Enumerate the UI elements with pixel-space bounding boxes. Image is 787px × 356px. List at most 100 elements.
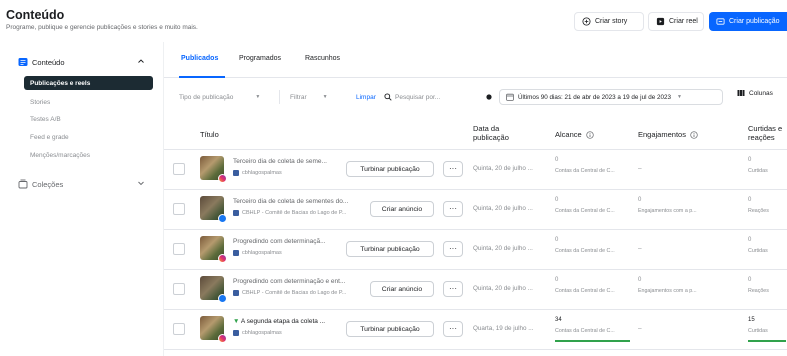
reach-progress-bar bbox=[555, 340, 630, 342]
create-post-button[interactable]: Criar publicação bbox=[709, 12, 787, 31]
post-type-label: Tipo de publicação bbox=[179, 93, 234, 101]
sidebar-item-mentions[interactable]: Menções/marcações bbox=[24, 148, 153, 162]
filter-label: Filtrar bbox=[290, 93, 307, 101]
tab-scheduled[interactable]: Programados bbox=[239, 55, 281, 62]
sidebar-item-feed-grid[interactable]: Feed e grade bbox=[24, 130, 153, 144]
more-icon: ··· bbox=[449, 204, 457, 213]
page-title: Conteúdo bbox=[6, 8, 65, 22]
post-date: Quinta, 20 de julho ... bbox=[473, 285, 533, 292]
caret-down-icon: ▼ bbox=[676, 94, 682, 100]
column-likes[interactable]: Curtidas e reações bbox=[748, 124, 782, 142]
row-checkbox[interactable] bbox=[173, 203, 185, 215]
sidebar-item-ab-tests[interactable]: Testes A/B bbox=[24, 112, 153, 126]
reach-value: 34 bbox=[555, 317, 562, 323]
column-date[interactable]: Data da publicação bbox=[473, 124, 509, 142]
post-account-name: cbhlagospalmas bbox=[242, 170, 282, 176]
tab-drafts[interactable]: Rascunhos bbox=[305, 55, 340, 62]
chevron-down-icon bbox=[138, 181, 144, 186]
reach-label: Contas da Central de C... bbox=[555, 328, 615, 334]
post-title[interactable]: Progredindo com determinaçã... bbox=[233, 238, 343, 245]
column-title[interactable]: Título bbox=[200, 130, 219, 139]
boost-post-button[interactable]: Turbinar publicação bbox=[346, 321, 434, 337]
table-row[interactable]: Progredindo com determinação e ent... CB… bbox=[164, 270, 787, 310]
post-date: Quinta, 20 de julho ... bbox=[473, 205, 533, 212]
sidebar-item-content[interactable]: Conteúdo bbox=[18, 54, 153, 70]
likes-label: Curtidas bbox=[748, 248, 768, 254]
more-options-button[interactable]: ··· bbox=[443, 201, 463, 217]
post-title[interactable]: Terceiro dia de coleta de seme... bbox=[233, 158, 343, 165]
create-story-button[interactable]: Criar story bbox=[574, 12, 644, 31]
table-row[interactable]: ▼ A segunda etapa da coleta ... cbhlagos… bbox=[164, 310, 787, 350]
clear-filters-link[interactable]: Limpar bbox=[356, 90, 376, 104]
create-reel-button[interactable]: Criar reel bbox=[648, 12, 704, 31]
more-options-button[interactable]: ··· bbox=[443, 281, 463, 297]
column-likes-line2: reações bbox=[748, 133, 775, 142]
reach-label: Contas da Central de C... bbox=[555, 208, 615, 214]
info-icon[interactable] bbox=[690, 130, 698, 139]
post-type-select[interactable]: Tipo de publicação ▼ bbox=[179, 90, 280, 104]
columns-icon bbox=[737, 90, 745, 96]
info-icon[interactable] bbox=[586, 130, 594, 139]
row-checkbox[interactable] bbox=[173, 243, 185, 255]
search-input[interactable]: Pesquisar por... bbox=[384, 90, 479, 104]
likes-label: Curtidas bbox=[748, 168, 768, 174]
column-date-line1: Data da bbox=[473, 124, 500, 133]
reach-value: 0 bbox=[555, 237, 559, 243]
filter-bar: Tipo de publicação ▼ Filtrar ▼ Limpar Pe… bbox=[164, 86, 787, 108]
facebook-icon bbox=[218, 214, 227, 223]
more-options-button[interactable]: ··· bbox=[443, 241, 463, 257]
instagram-icon bbox=[218, 254, 227, 263]
columns-button[interactable]: Colunas bbox=[737, 89, 773, 97]
column-engagement[interactable]: Engajamentos bbox=[638, 130, 698, 139]
row-checkbox[interactable] bbox=[173, 323, 185, 335]
table-row[interactable]: Terceiro dia de coleta de sementes do...… bbox=[164, 190, 787, 230]
reach-value: 0 bbox=[555, 157, 559, 163]
table-row[interactable]: Terceiro dia de coleta de seme... cbhlag… bbox=[164, 150, 787, 190]
engagement-empty: – bbox=[638, 165, 642, 172]
likes-progress-bar bbox=[748, 340, 786, 342]
post-title[interactable]: Progredindo com determinação e ent... bbox=[233, 278, 353, 285]
main-panel: Publicados Programados Rascunhos Tipo de… bbox=[163, 42, 787, 356]
search-placeholder: Pesquisar por... bbox=[395, 93, 441, 101]
row-checkbox[interactable] bbox=[173, 283, 185, 295]
more-options-button[interactable]: ··· bbox=[443, 161, 463, 177]
likes-value: 0 bbox=[748, 197, 752, 203]
column-engagement-label: Engajamentos bbox=[638, 130, 686, 139]
caret-down-icon: ▼ bbox=[322, 94, 328, 100]
post-account-name: cbhlagospalmas bbox=[242, 330, 282, 336]
more-icon: ··· bbox=[449, 284, 457, 293]
account-icon bbox=[233, 250, 239, 256]
likes-value: 0 bbox=[748, 237, 752, 243]
search-icon bbox=[384, 93, 392, 101]
compose-icon bbox=[716, 18, 725, 25]
sidebar-item-posts-reels[interactable]: Publicações e reels bbox=[24, 76, 153, 90]
create-post-label: Criar publicação bbox=[729, 18, 780, 25]
columns-label: Colunas bbox=[749, 89, 773, 97]
boost-post-button[interactable]: Turbinar publicação bbox=[346, 241, 434, 257]
tab-bar: Publicados Programados Rascunhos bbox=[164, 42, 787, 78]
sidebar-item-collections[interactable]: Coleções bbox=[18, 176, 153, 192]
tab-published[interactable]: Publicados bbox=[181, 55, 218, 62]
post-account: cbhlagospalmas bbox=[233, 250, 353, 256]
post-date: Quarta, 19 de julho ... bbox=[473, 325, 534, 332]
post-title[interactable]: ▼ A segunda etapa da coleta ... bbox=[233, 318, 343, 325]
create-reel-label: Criar reel bbox=[669, 18, 698, 25]
table-row[interactable]: Progredindo com determinaçã... cbhlagosp… bbox=[164, 230, 787, 270]
post-title[interactable]: Terceiro dia de coleta de sementes do... bbox=[233, 198, 353, 205]
create-ad-button[interactable]: Criar anúncio bbox=[370, 281, 434, 297]
date-range-picker[interactable]: Últimos 90 dias: 21 de abr de 2023 a 19 … bbox=[499, 89, 723, 105]
more-icon: ··· bbox=[449, 324, 457, 333]
sidebar-item-stories[interactable]: Stories bbox=[24, 95, 153, 109]
column-reach[interactable]: Alcance bbox=[555, 130, 594, 139]
account-icon bbox=[233, 210, 239, 216]
filter-select[interactable]: Filtrar ▼ bbox=[290, 90, 328, 104]
more-options-button[interactable]: ··· bbox=[443, 321, 463, 337]
sidebar-item-collections-label: Coleções bbox=[32, 179, 64, 189]
boost-post-button[interactable]: Turbinar publicação bbox=[346, 161, 434, 177]
row-checkbox[interactable] bbox=[173, 163, 185, 175]
engagement-empty: – bbox=[638, 245, 642, 252]
reach-label: Contas da Central de C... bbox=[555, 288, 615, 294]
post-account-name: CBHLP - Comitê de Bacias do Lago de P... bbox=[242, 290, 347, 296]
sidebar-item-content-label: Conteúdo bbox=[32, 57, 65, 67]
create-ad-button[interactable]: Criar anúncio bbox=[370, 201, 434, 217]
